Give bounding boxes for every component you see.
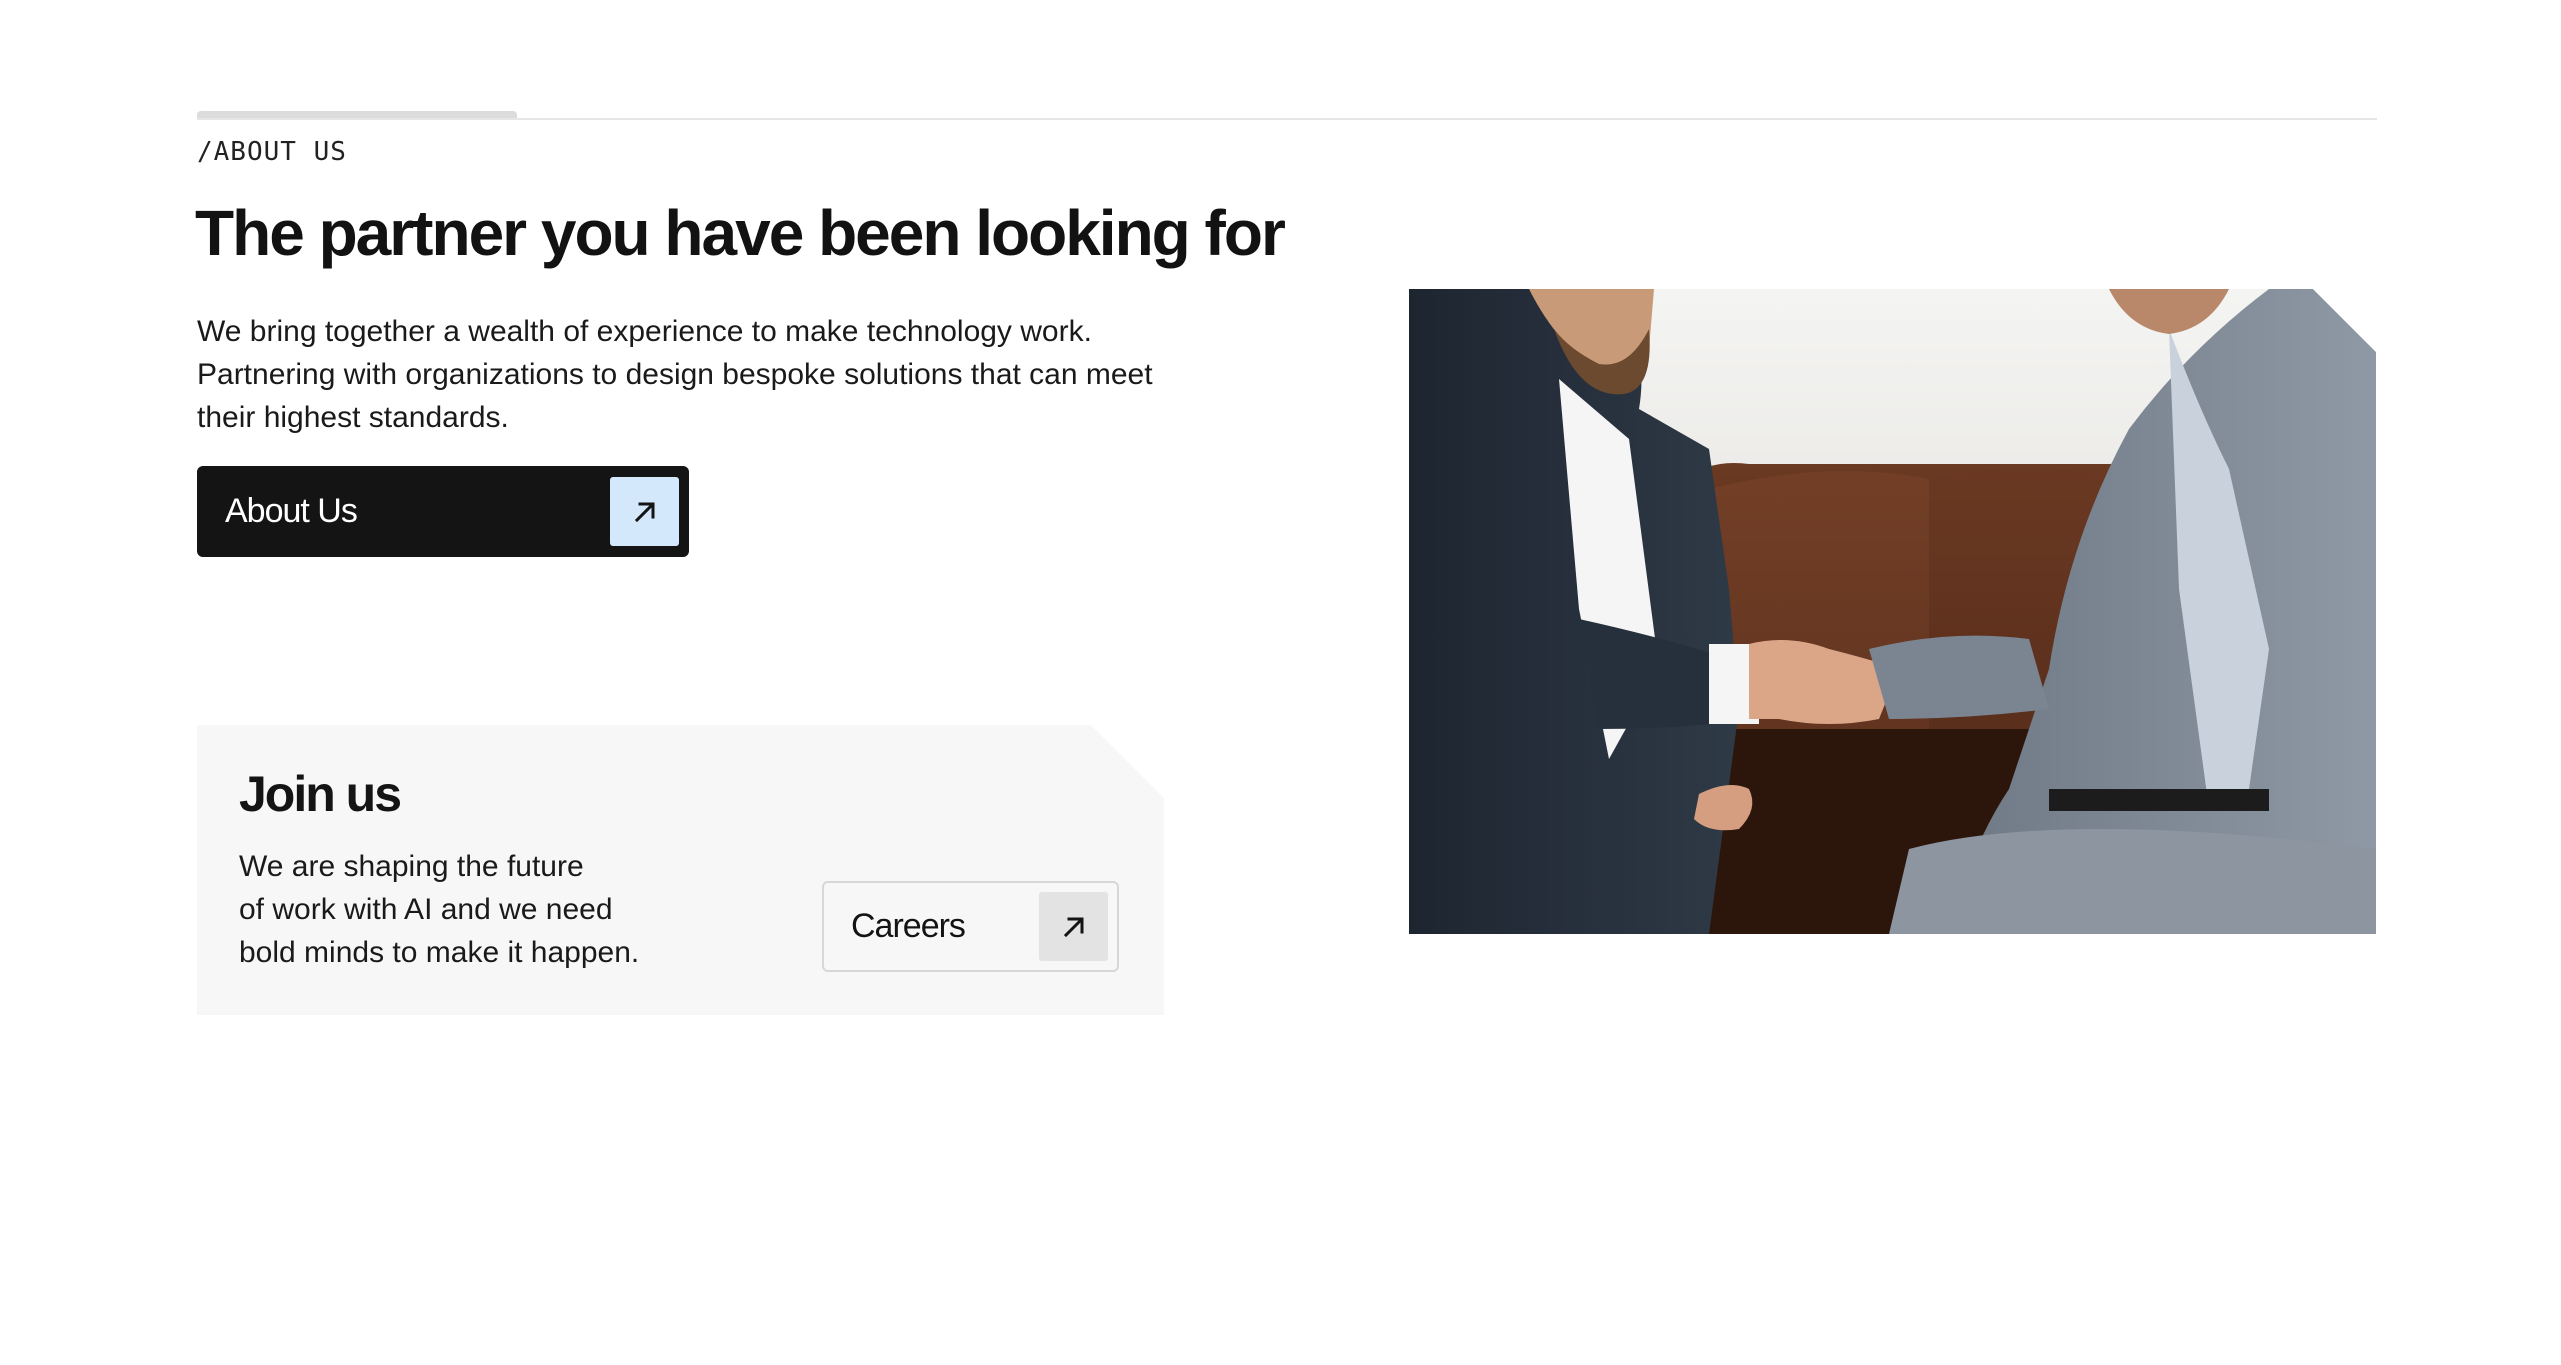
page-title: The partner you have been looking for (195, 197, 1286, 269)
careers-button-label: Careers (851, 907, 966, 945)
section-divider (197, 118, 2377, 120)
intro-paragraph: We bring together a wealth of experience… (197, 315, 1153, 434)
join-us-text: We are shaping the future of work with A… (239, 850, 640, 969)
arrow-up-right-icon (1039, 892, 1108, 961)
arrow-up-right-icon (610, 477, 679, 546)
about-us-button-label: About Us (225, 492, 358, 530)
business-handshake-photo (1409, 289, 2376, 934)
about-us-button[interactable]: About Us (197, 466, 689, 557)
careers-button[interactable]: Careers (822, 881, 1119, 972)
join-us-title: Join us (239, 766, 402, 822)
section-eyebrow: /ABOUT US (197, 137, 347, 167)
join-us-card: Join us We are shaping the future of wor… (197, 725, 1164, 1015)
